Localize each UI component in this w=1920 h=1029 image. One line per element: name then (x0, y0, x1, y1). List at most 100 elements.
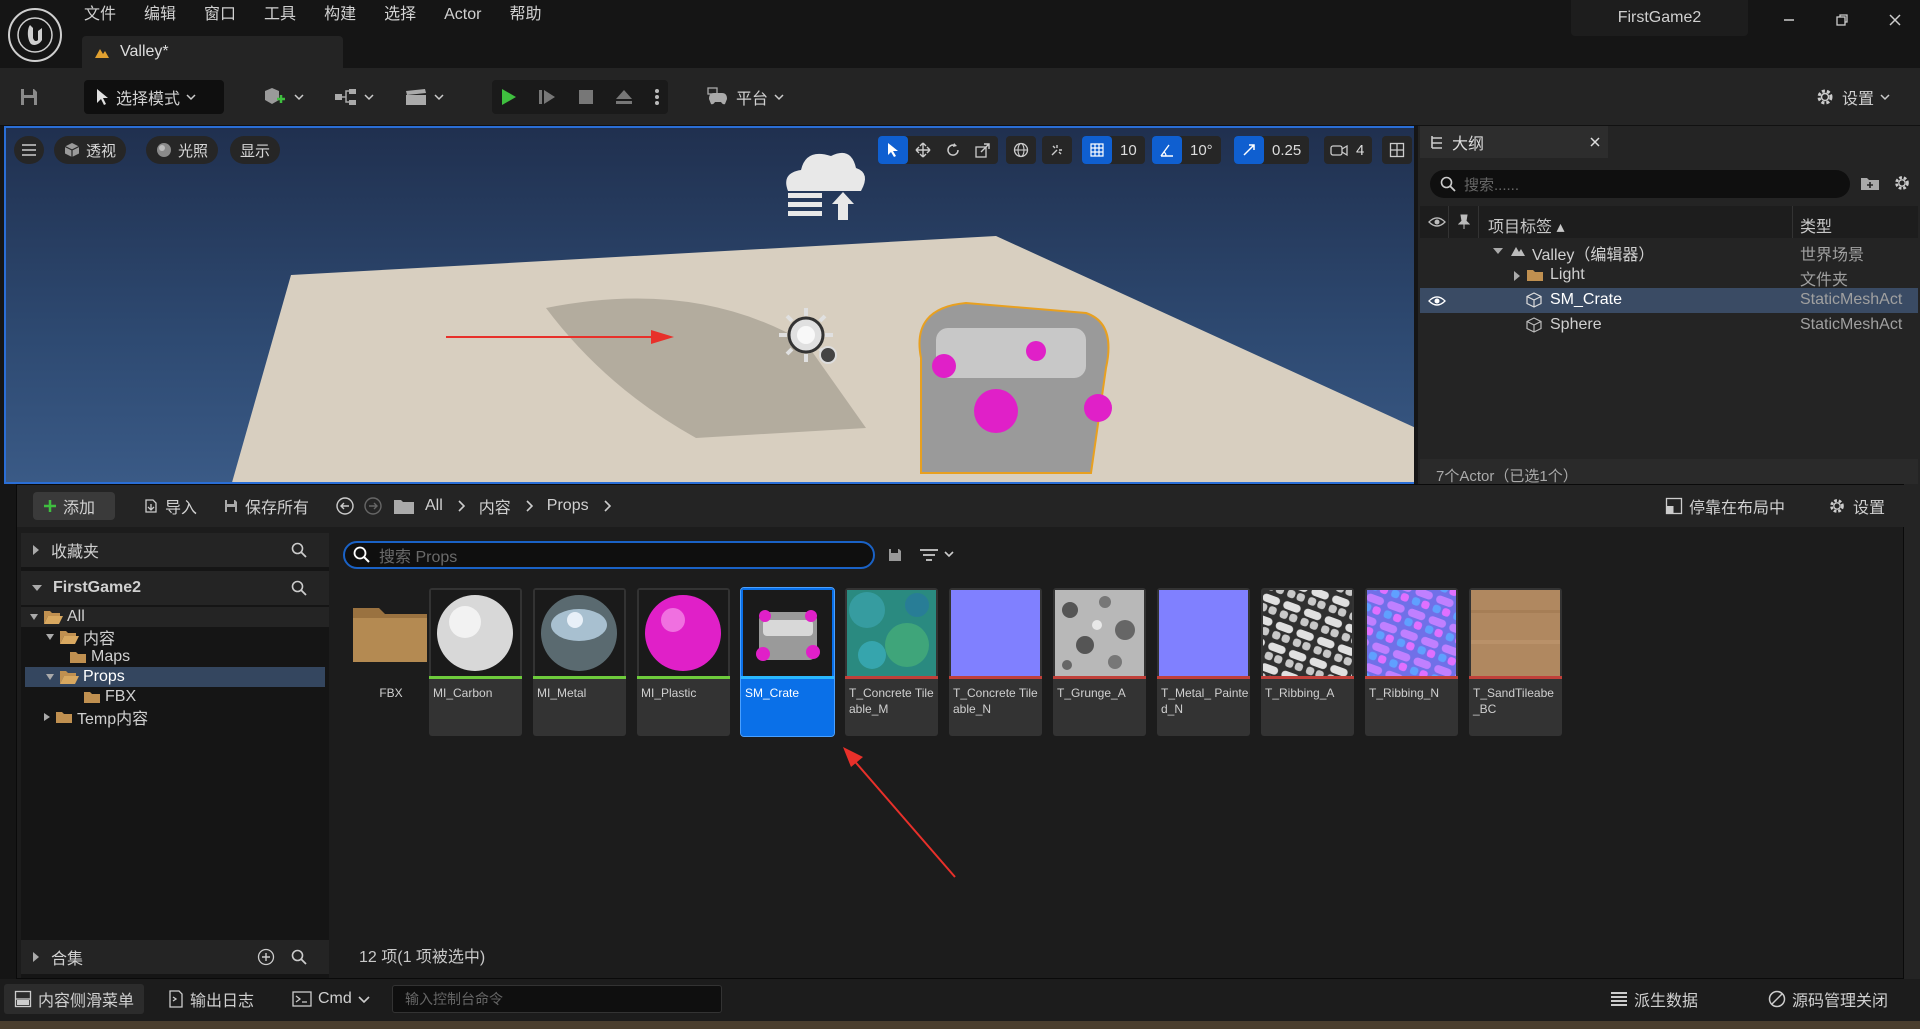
close-tab-icon[interactable] (1590, 137, 1600, 147)
search-icon[interactable] (291, 580, 307, 596)
asset-tile-mi-metal[interactable]: MI_Metal (533, 588, 626, 736)
grid-snap-icon[interactable] (1082, 136, 1112, 164)
column-type[interactable]: 类型 (1800, 213, 1832, 237)
menu-window[interactable]: 窗口 (190, 5, 250, 25)
stop-icon[interactable] (570, 88, 601, 106)
eject-icon[interactable] (607, 88, 640, 106)
world-space-icon[interactable] (1006, 136, 1036, 164)
outliner-row-sphere[interactable]: Sphere StaticMeshAct (1420, 313, 1918, 338)
asset-tile-t-ribbing-n[interactable]: T_Ribbing_N (1365, 588, 1458, 736)
select-tool-icon[interactable] (878, 136, 908, 164)
asset-tile-t-sand-bc[interactable]: T_SandTileabe _BC (1469, 588, 1562, 736)
visibility-column-icon[interactable] (1428, 215, 1446, 229)
collections-header[interactable]: 合集 (21, 940, 329, 974)
asset-tile-t-ribbing-a[interactable]: T_Ribbing_A (1261, 588, 1354, 736)
column-label[interactable]: 项目标签 ▴ (1488, 213, 1564, 237)
camera-speed-control[interactable]: 4 (1324, 136, 1373, 164)
breadcrumb-props[interactable]: Props (547, 497, 589, 515)
save-icon[interactable] (18, 80, 40, 114)
expand-arrow-icon[interactable] (1512, 270, 1522, 282)
level-tab[interactable]: Valley* (82, 36, 343, 68)
tree-item-all[interactable]: All (29, 607, 85, 627)
camera-icon[interactable] (1324, 136, 1354, 164)
unreal-logo-icon[interactable] (8, 8, 62, 62)
outliner-row-valley[interactable]: Valley（编辑器） 世界场景 (1420, 238, 1918, 264)
search-icon[interactable] (291, 949, 307, 965)
add-folder-icon[interactable] (1860, 174, 1880, 192)
visibility-eye-icon[interactable] (1428, 294, 1446, 308)
output-log-button[interactable]: 输出日志 (168, 984, 254, 1014)
outliner-tab[interactable]: 大纲 (1420, 126, 1608, 158)
menu-build[interactable]: 构建 (310, 5, 370, 25)
cb-settings-button[interactable]: 设置 (1827, 492, 1885, 520)
filter-button[interactable] (919, 547, 955, 563)
scale-tool-icon[interactable] (968, 136, 998, 164)
add-actor-button[interactable] (262, 80, 304, 114)
rotate-tool-icon[interactable] (938, 136, 968, 164)
angle-snap-icon[interactable] (1152, 136, 1182, 164)
menu-edit[interactable]: 编辑 (130, 5, 190, 25)
scale-snap-control[interactable]: 0.25 (1234, 136, 1310, 164)
save-search-icon[interactable] (887, 547, 903, 563)
add-button[interactable]: 添加 (33, 492, 115, 520)
mode-select[interactable]: 选择模式 (84, 80, 224, 114)
asset-tile-sm-crate[interactable]: SM_Crate (740, 587, 835, 737)
scale-snap-icon[interactable] (1234, 136, 1264, 164)
viewport-menu-icon[interactable] (14, 136, 44, 164)
chevron-right-icon[interactable] (525, 500, 533, 512)
history-back-icon[interactable] (335, 492, 355, 520)
show-button[interactable]: 显示 (230, 136, 281, 164)
asset-tile-fbx[interactable]: FBX (343, 588, 436, 736)
tree-item-temp[interactable]: Temp内容 (43, 707, 148, 728)
collapse-arrow-icon[interactable] (1492, 246, 1504, 256)
rotation-snap-control[interactable]: 10° (1152, 136, 1221, 164)
asset-tile-t-concrete-n[interactable]: T_Concrete Tileable_N (949, 588, 1042, 736)
lighting-button[interactable]: 光照 (146, 136, 219, 164)
asset-tile-t-metal-painted-n[interactable]: T_Metal_ Painted_N (1157, 588, 1250, 736)
viewport-layout-icon[interactable] (1382, 136, 1412, 164)
breadcrumb-content[interactable]: 内容 (479, 494, 511, 518)
console-command-input[interactable]: 输入控制台命令 (392, 985, 722, 1013)
tree-item-content[interactable]: 内容 (45, 627, 115, 648)
history-forward-icon[interactable] (363, 492, 383, 520)
dock-in-layout-button[interactable]: 停靠在布局中 (1665, 492, 1785, 520)
more-options-icon[interactable] (646, 87, 668, 107)
outliner-row-sm-crate[interactable]: SM_Crate StaticMeshAct (1420, 288, 1918, 313)
level-viewport[interactable]: 透视 光照 显示 10 10° 0.25 4 (4, 126, 1414, 484)
restore-icon[interactable] (1830, 8, 1854, 32)
add-collection-icon[interactable] (257, 948, 275, 966)
favorites-header[interactable]: 收藏夹 (21, 533, 329, 567)
menu-actor[interactable]: Actor (430, 5, 495, 25)
tree-item-fbx[interactable]: FBX (83, 687, 136, 707)
folder-nav-icon[interactable] (393, 492, 415, 520)
close-icon[interactable] (1883, 8, 1907, 32)
minimize-icon[interactable] (1777, 8, 1801, 32)
tree-item-props[interactable]: Props (25, 667, 325, 687)
asset-search-input[interactable]: 搜索 Props (343, 541, 875, 569)
tree-item-maps[interactable]: Maps (69, 647, 130, 667)
chevron-right-icon[interactable] (457, 500, 465, 512)
grid-snap-control[interactable]: 10 (1082, 136, 1145, 164)
menu-file[interactable]: 文件 (70, 5, 130, 25)
chevron-right-icon[interactable] (603, 500, 611, 512)
asset-tile-mi-plastic[interactable]: MI_Plastic (637, 588, 730, 736)
menu-help[interactable]: 帮助 (495, 5, 555, 25)
platform-button[interactable]: 平台 (706, 80, 784, 114)
surface-snap-icon[interactable] (1042, 136, 1072, 164)
project-header[interactable]: FirstGame2 (21, 571, 329, 605)
menu-select[interactable]: 选择 (370, 5, 430, 25)
step-icon[interactable] (531, 87, 564, 107)
breadcrumb-all[interactable]: All (425, 497, 443, 515)
gear-icon[interactable] (1892, 173, 1912, 193)
derived-data-button[interactable]: 派生数据 (1610, 984, 1698, 1014)
source-control-button[interactable]: 源码管理关闭 (1768, 984, 1888, 1014)
search-icon[interactable] (291, 542, 307, 558)
outliner-row-light[interactable]: Light 文件夹 (1420, 263, 1918, 289)
cinematics-button[interactable] (404, 80, 444, 114)
asset-tile-t-concrete-m[interactable]: T_Concrete Tileable_M (845, 588, 938, 736)
outliner-search-input[interactable]: 搜索...... (1430, 170, 1850, 198)
asset-tile-t-grunge-a[interactable]: T_Grunge_A (1053, 588, 1146, 736)
import-button[interactable]: 导入 (143, 492, 197, 520)
play-icon[interactable] (492, 87, 525, 107)
settings-button[interactable]: 设置 (1814, 80, 1890, 114)
